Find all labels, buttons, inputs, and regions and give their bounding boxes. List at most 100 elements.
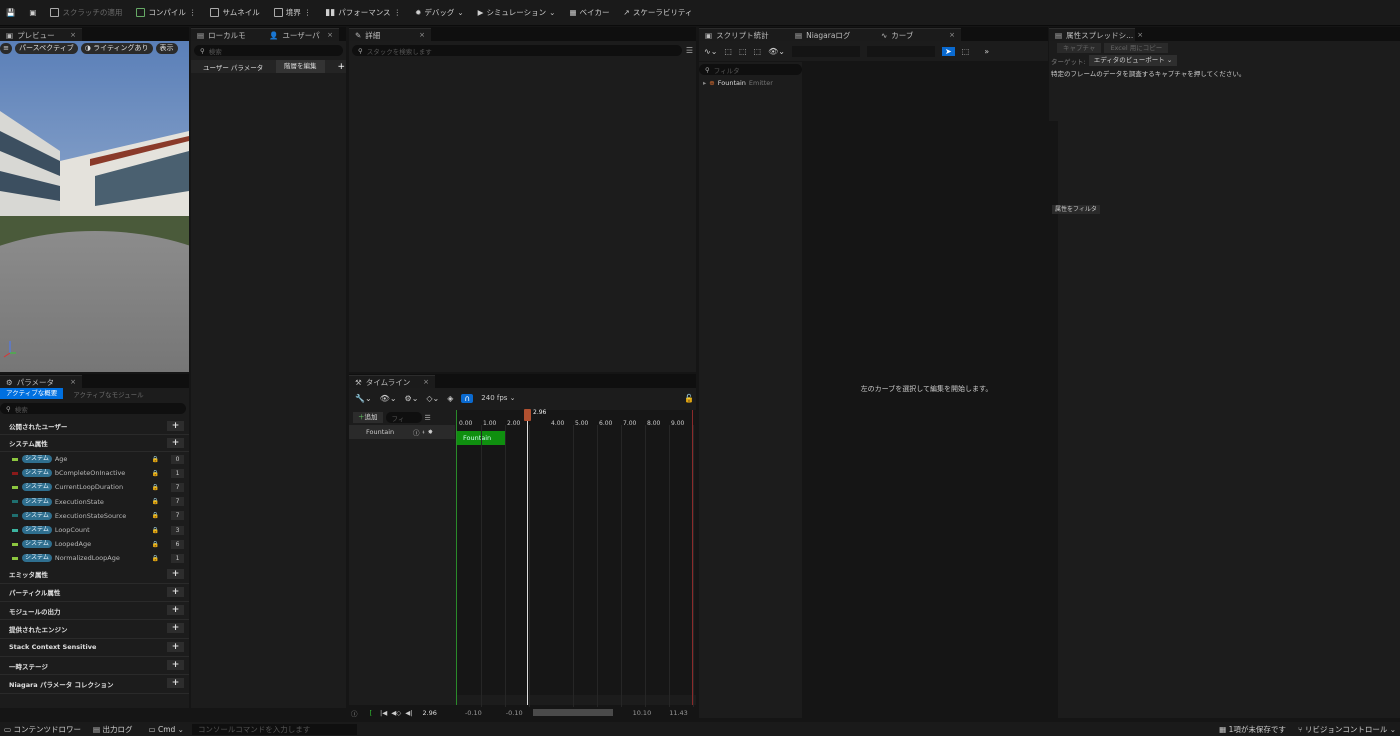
filter-attributes-button[interactable]: 属性をフィルタ xyxy=(1052,205,1100,214)
preview-viewport[interactable]: ≡ パースペクティブ ◑ ライティングあり 表示 xyxy=(0,41,189,372)
param-category[interactable]: モジュールの出力 + xyxy=(0,602,189,621)
view-icon[interactable]: 👁⌄ xyxy=(768,47,785,56)
category-system[interactable]: システム属性 + xyxy=(0,435,189,452)
save-icon[interactable]: 💾 xyxy=(2,4,19,22)
snap-icon[interactable]: ∩ xyxy=(461,393,474,403)
close-icon[interactable]: × xyxy=(423,378,429,386)
capture-button[interactable]: キャプチャ xyxy=(1057,43,1102,53)
tab-niagara-log[interactable]: ▤ Niagaraログ xyxy=(789,28,875,41)
param-row[interactable]: システム ExecutionStateSource 🔒 7 xyxy=(0,509,189,523)
add-icon[interactable]: + xyxy=(167,659,184,670)
close-icon[interactable]: × xyxy=(327,31,333,39)
param-category[interactable]: 提供されたエンジン + xyxy=(0,620,189,639)
timeline-canvas[interactable] xyxy=(456,410,696,695)
step-back-icon[interactable]: ◀◇ xyxy=(391,709,401,717)
tab-user-params[interactable]: 👤 ユーザーパ × xyxy=(263,28,339,41)
thumbnail-button[interactable]: サムネイル xyxy=(206,4,263,22)
curve-editor-canvas[interactable]: 左のカーブを選択して編集を開始します。 xyxy=(805,62,1048,718)
edit-hierarchy-button[interactable]: 階層を編集 xyxy=(276,60,325,73)
param-category[interactable]: Stack Context Sensitive + xyxy=(0,639,189,657)
play-back-icon[interactable]: ◀| xyxy=(405,709,412,717)
add-icon[interactable]: + xyxy=(167,421,184,431)
apply-scratch-button[interactable]: スクラッチの適用 xyxy=(46,4,126,22)
skip-start-icon[interactable]: |◀ xyxy=(380,709,387,717)
console-input[interactable]: コンソールコマンドを入力します xyxy=(191,723,357,735)
tab-parameters[interactable]: ⚙ パラメータ × xyxy=(0,375,82,388)
revision-control-button[interactable]: ⑂ リビジョンコントロール ⌄ xyxy=(1294,724,1400,735)
lock-icon[interactable]: 🔓 xyxy=(684,394,694,403)
tab-curves[interactable]: ∿ カーブ × xyxy=(875,28,961,41)
select-icon[interactable]: ⬚ xyxy=(724,47,732,56)
tab-attribute-spreadsheet[interactable]: ▤ 属性スプレッドシ... × xyxy=(1049,28,1143,41)
category-public-user[interactable]: 公開されたユーザー + xyxy=(0,418,189,435)
keyframe-icon[interactable]: ◈ xyxy=(447,394,453,403)
param-category[interactable]: パーティクル属性 + xyxy=(0,584,189,603)
param-category[interactable]: エミッタ属性 + xyxy=(0,566,189,584)
lighting-button[interactable]: ◑ ライティングあり xyxy=(80,43,153,54)
tab-script-stats[interactable]: ▣ スクリプト統計 xyxy=(699,28,789,41)
track-filter-input[interactable]: フィ xyxy=(385,412,422,423)
unsaved-button[interactable]: ▦ 1項が未保存です xyxy=(1211,724,1294,735)
baker-button[interactable]: ▦ ベイカー xyxy=(565,4,613,22)
overflow-icon[interactable]: » xyxy=(984,47,989,56)
param-category[interactable]: Niagara パラメータ コレクション + xyxy=(0,675,189,694)
add-icon[interactable]: + xyxy=(167,586,184,597)
add-icon[interactable]: + xyxy=(337,62,345,72)
performance-button[interactable]: ▮▮ パフォーマンス ⋮ xyxy=(321,4,405,22)
target-dropdown[interactable]: エディタのビューポート ⌄ xyxy=(1088,55,1178,66)
info-icon[interactable]: ⓘ xyxy=(413,427,420,437)
compile-button[interactable]: コンパイル ⋮ xyxy=(132,4,200,22)
pin-icon[interactable]: ⍖ xyxy=(422,428,426,437)
params-search-input[interactable]: ⚲ 検索 xyxy=(0,403,186,414)
tab-preview[interactable]: ▣ プレビュー × xyxy=(0,28,82,41)
tab-local-modules[interactable]: ▤ ローカルモ xyxy=(191,28,263,41)
filter-icon[interactable]: ☰ xyxy=(425,414,431,422)
bounds-button[interactable]: 境界 ⋮ xyxy=(270,4,316,22)
output-log-button[interactable]: ▤ 出力ログ xyxy=(85,724,140,735)
details-search-input[interactable]: ⚲ スタックを検索します xyxy=(352,45,682,56)
close-icon[interactable]: × xyxy=(70,31,76,39)
param-category[interactable]: 一時ステージ + xyxy=(0,657,189,676)
add-track-button[interactable]: ＋追加 xyxy=(353,412,383,423)
add-icon[interactable]: + xyxy=(167,623,184,634)
eye-icon[interactable]: 👁⌄ xyxy=(380,394,397,403)
tab-details[interactable]: ✎ 詳細 × xyxy=(349,28,431,41)
curve-tree-item[interactable]: ▸ ⊕ Fountain Emitter xyxy=(699,79,802,87)
browse-icon[interactable]: ▣ xyxy=(25,4,40,22)
key-icon[interactable]: ◇⌄ xyxy=(426,394,439,403)
add-icon[interactable]: + xyxy=(167,605,184,616)
param-row[interactable]: システム Age 🔒 0 xyxy=(0,452,189,466)
perspective-button[interactable]: パースペクティブ xyxy=(15,43,78,54)
user-params-search[interactable]: ⚲ 検索 xyxy=(194,45,343,56)
info-icon[interactable]: ⓘ xyxy=(351,708,358,718)
settings-icon[interactable]: ⚙⌄ xyxy=(405,394,419,403)
close-icon[interactable]: × xyxy=(70,378,76,386)
show-button[interactable]: 表示 xyxy=(155,43,178,54)
wrench-icon[interactable]: 🔧⌄ xyxy=(355,394,372,403)
range-start-icon[interactable]: [ xyxy=(370,709,373,717)
add-icon[interactable]: + xyxy=(167,678,184,689)
debug-button[interactable]: ✹ デバッグ ⌄ xyxy=(411,4,468,22)
value-input[interactable] xyxy=(866,45,935,57)
pointer-icon[interactable]: ➤ xyxy=(941,46,955,56)
close-icon[interactable]: × xyxy=(419,31,425,39)
content-drawer-button[interactable]: ▭ コンテンツドロワー xyxy=(0,724,85,735)
move-icon[interactable]: ⬚ xyxy=(739,47,747,56)
hamburger-icon[interactable]: ≡ xyxy=(0,43,12,54)
close-icon[interactable]: × xyxy=(1137,31,1143,39)
fps-dropdown[interactable]: 240 fps ⌄ xyxy=(481,394,515,402)
param-row[interactable]: システム CurrentLoopDuration 🔒 7 xyxy=(0,480,189,494)
timeline-scrollbar[interactable] xyxy=(532,709,613,716)
copy-excel-button[interactable]: Excel 用にコピー xyxy=(1104,43,1169,53)
tab-timeline[interactable]: ⚒ タイムライン × xyxy=(349,375,435,388)
add-icon[interactable]: + xyxy=(167,641,184,652)
expand-icon[interactable]: ▸ xyxy=(703,79,706,87)
playhead-handle[interactable] xyxy=(524,409,531,421)
frame-icon[interactable]: ⬚ xyxy=(962,47,970,56)
param-row[interactable]: システム bCompleteOnInactive 🔒 1 xyxy=(0,466,189,480)
filter-icon[interactable]: ☰ xyxy=(686,46,693,55)
close-icon[interactable]: × xyxy=(949,31,955,39)
simulation-button[interactable]: ▶ シミュレーション ⌄ xyxy=(474,4,560,22)
track-row-fountain[interactable]: Fountain ⓘ ⍖ ✸ xyxy=(349,425,455,439)
scale-icon[interactable]: ⬚ xyxy=(754,47,762,56)
